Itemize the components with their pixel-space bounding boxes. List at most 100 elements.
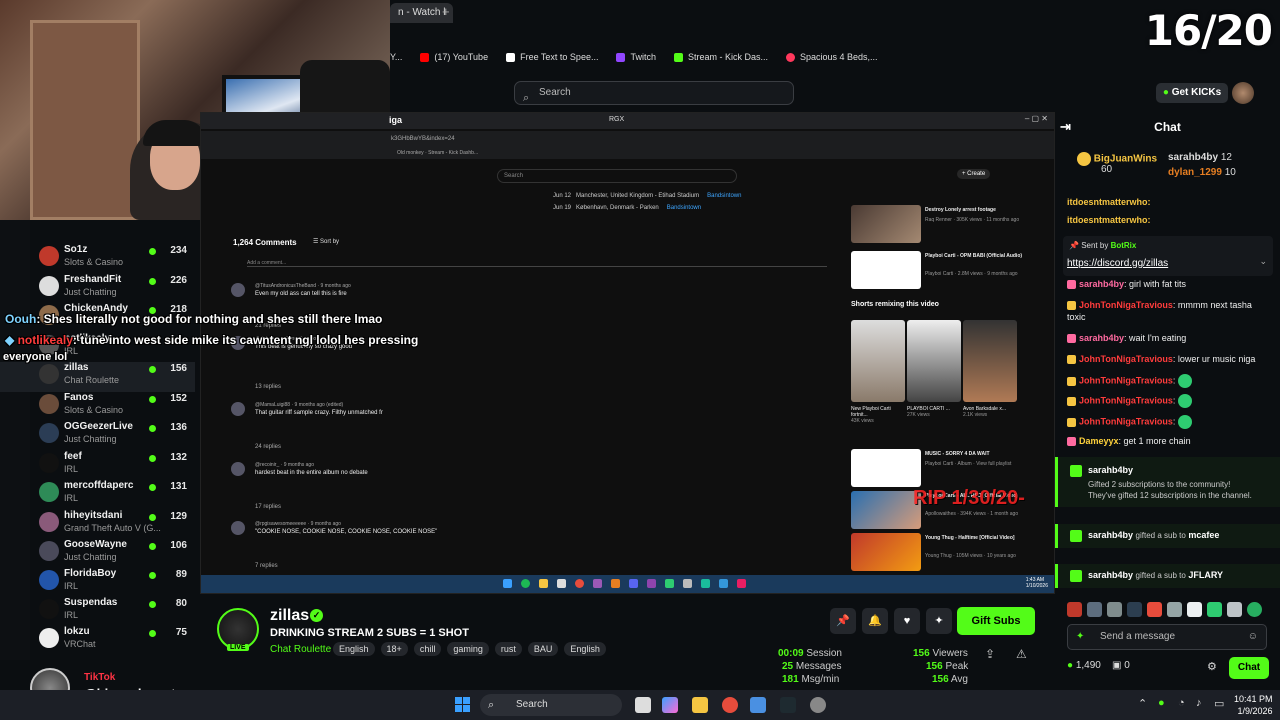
new-tab-icon[interactable]: + [442, 4, 450, 19]
sidebar-item-hiheyitsdani[interactable]: hiheyitsdani Grand Theft Auto V (G... 129 [0, 510, 195, 540]
share-icon[interactable]: ⇪ [985, 647, 995, 661]
yt-search-input[interactable]: Search [497, 169, 737, 183]
crown-badge-icon [1067, 417, 1076, 427]
bookmarks-bar: Y... (17) YouTube Free Text to Spee... T… [390, 52, 878, 62]
sort-by-button[interactable]: ☰ Sort by [313, 238, 339, 245]
emote-icon[interactable] [1087, 602, 1102, 617]
tag[interactable]: gaming [447, 642, 489, 656]
copilot-icon[interactable] [662, 697, 678, 713]
bell-icon[interactable]: 🔔 [862, 608, 888, 634]
sidebar-item-viewers: 131 [170, 481, 187, 492]
tag[interactable]: chill [413, 642, 442, 656]
emoji-icon[interactable]: ☺ [1248, 625, 1258, 649]
taskbar-search[interactable]: ⌕ Search [480, 694, 622, 716]
short-thumb-2[interactable] [963, 320, 1017, 402]
pinned-link[interactable]: https://discord.gg/zillas [1067, 258, 1168, 269]
sidebar-item-goosewayne[interactable]: GooseWayne Just Chatting 106 [0, 539, 195, 569]
get-kicks-button[interactable]: ● Get KICKs [1156, 83, 1228, 103]
tray-chevron-icon[interactable]: ⌃ [1138, 697, 1147, 710]
live-dot-icon [149, 543, 156, 550]
tour-date-1[interactable]: Jun 19 København, Denmark - Parken Bandsi… [553, 205, 701, 211]
sidebar-item-fanos[interactable]: Fanos Slots & Casino 152 [0, 392, 195, 422]
goal-counter: 16/20 [1144, 6, 1273, 55]
comment-avatar [231, 283, 245, 297]
emote-icon[interactable] [1067, 602, 1082, 617]
mic-icon[interactable]: ● [1158, 697, 1165, 709]
opera-icon[interactable] [722, 697, 738, 713]
file-explorer-icon[interactable] [692, 697, 708, 713]
replies-toggle[interactable]: 7 replies [255, 563, 278, 569]
kick-search-input[interactable]: ⌕ Search [514, 81, 794, 105]
rgx-label: RGX [609, 116, 625, 123]
sidebar-item-category: Slots & Casino [64, 257, 124, 267]
add-comment-input[interactable]: Add a comment... [247, 260, 827, 267]
sidebar-item-feef[interactable]: feef IRL 132 [0, 451, 195, 481]
bookmark-youtube[interactable]: (17) YouTube [420, 52, 488, 62]
emote-icon[interactable] [1207, 602, 1222, 617]
emote-icon[interactable] [1107, 602, 1122, 617]
heart-icon[interactable]: ♥ [894, 608, 920, 634]
user-avatar[interactable] [1232, 82, 1254, 104]
windows-start-icon[interactable] [455, 697, 471, 713]
sidebar-item-suspendas[interactable]: Suspendas IRL 80 [0, 597, 195, 627]
tag[interactable]: English [333, 642, 375, 656]
pin-icon[interactable]: 📌 [830, 608, 856, 634]
sidebar-item-category: IRL [64, 493, 79, 503]
inner-start-icon [503, 579, 512, 588]
volume-icon[interactable]: ♪ [1196, 697, 1202, 709]
yt-create-button[interactable]: + Create [957, 169, 991, 179]
tag[interactable]: rust [494, 642, 522, 656]
sparkle-icon[interactable]: ✦ [926, 608, 952, 634]
emote-icon[interactable] [1247, 602, 1262, 617]
bookmark-0[interactable]: Y... [390, 52, 402, 62]
stream-category[interactable]: Chat Roulette [270, 644, 331, 655]
emote-icon[interactable] [1167, 602, 1182, 617]
windows-taskbar: ⌕ Search ⌃ ● ◔ ♪ ▭ 10:41 PM 1/9/2026 [0, 690, 1280, 720]
gift-subs-button[interactable]: Gift Subs [957, 607, 1035, 635]
emote-icon[interactable] [1227, 602, 1242, 617]
tag[interactable]: 18+ [380, 642, 408, 656]
crown-badge-icon [1067, 301, 1076, 311]
sidebar-item-floridaboy[interactable]: FloridaBoy IRL 89 [0, 568, 195, 598]
sidebar-item-mercoffdaperc[interactable]: mercoffdaperc IRL 131 [0, 480, 195, 510]
tour-date-0[interactable]: Jun 12 Manchester, United Kingdom - Etih… [553, 193, 741, 199]
chat-message-input[interactable]: ✦ Send a message ☺ [1067, 624, 1267, 650]
short-thumb-1[interactable] [907, 320, 961, 402]
emote-icon[interactable] [1187, 602, 1202, 617]
sidebar-item-lokzu[interactable]: lokzu VRChat 75 [0, 626, 195, 656]
sidebar-item-zillas[interactable]: zillas Chat Roulette 156 [0, 362, 195, 392]
sidebar-item-so1z[interactable]: So1z Slots & Casino 234 [0, 244, 195, 274]
task-view-icon[interactable] [635, 697, 651, 713]
taskbar-clock[interactable]: 10:41 PM 1/9/2026 [1234, 693, 1273, 717]
bookmark-kick[interactable]: Stream - Kick Das... [673, 52, 768, 62]
obs-icon[interactable] [810, 697, 826, 713]
emote-icon[interactable] [1127, 602, 1142, 617]
store-icon[interactable] [750, 697, 766, 713]
report-icon[interactable]: ⚠ [1016, 647, 1027, 661]
replies-toggle[interactable]: 13 replies [255, 384, 281, 390]
sidebar-item-freshandfit[interactable]: FreshandFit Just Chatting 226 [0, 274, 195, 304]
channel-name[interactable]: zillas [270, 607, 309, 625]
bookmark-twitch[interactable]: Twitch [616, 52, 656, 62]
battery-icon[interactable]: ▭ [1214, 697, 1224, 710]
settings-icon[interactable]: ⚙ [1207, 660, 1217, 673]
replies-toggle[interactable]: 17 replies [255, 504, 281, 510]
chat-header: ⇥ Chat [1055, 112, 1280, 142]
emote-icon[interactable] [1147, 602, 1162, 617]
replies-toggle[interactable]: 24 replies [255, 444, 281, 450]
tag[interactable]: BAU [527, 642, 559, 656]
bookmark-airbnb[interactable]: Spacious 4 Beds,... [786, 52, 878, 62]
chevron-down-icon[interactable]: ⌄ [1259, 256, 1267, 267]
sidebar-item-oggeezerlive[interactable]: OGGeezerLive Just Chatting 136 [0, 421, 195, 451]
bookmark-tts[interactable]: Free Text to Spee... [506, 52, 598, 62]
window-controls[interactable]: – ▢ ✕ [1025, 114, 1048, 123]
tag[interactable]: English [564, 642, 606, 656]
verified-icon: ✓ [310, 609, 323, 622]
chat-send-button[interactable]: Chat [1229, 657, 1269, 679]
collapse-chat-icon[interactable]: ⇥ [1060, 112, 1071, 142]
app-icon[interactable] [780, 697, 796, 713]
short-thumb-0[interactable] [851, 320, 905, 402]
wifi-icon[interactable]: ◔ [1178, 697, 1185, 709]
yt-address-bar[interactable]: k3GHbBwYB&index=24 [201, 131, 1054, 147]
sidebar-item-category: Grand Theft Auto V (G... [64, 523, 161, 533]
